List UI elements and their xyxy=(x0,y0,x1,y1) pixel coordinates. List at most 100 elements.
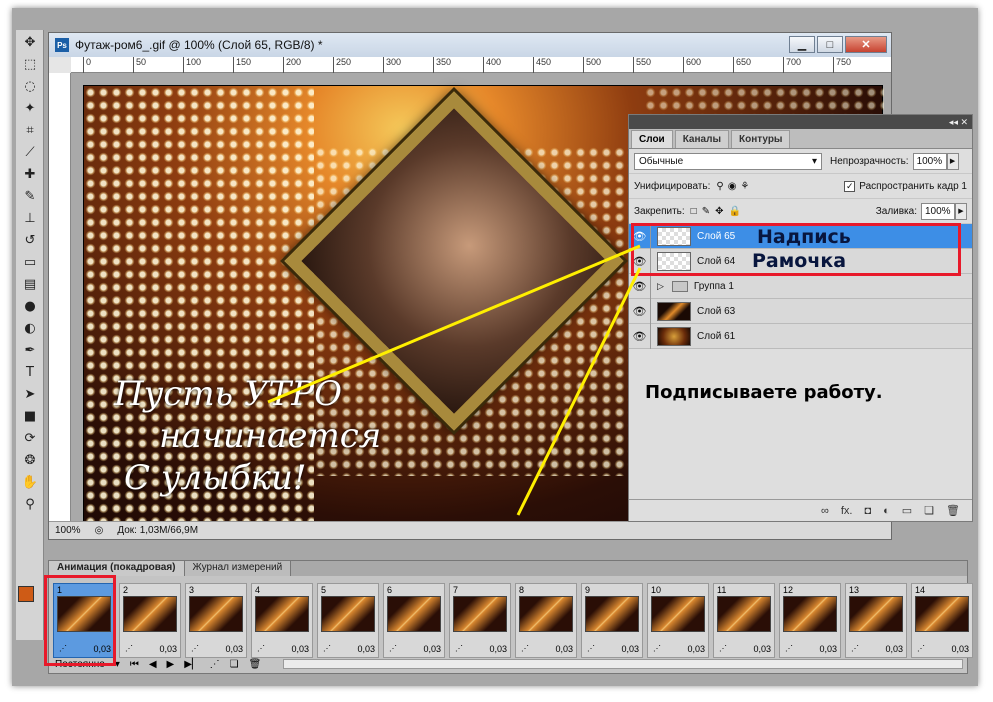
play-icon[interactable]: ▶ xyxy=(167,659,175,670)
next-frame-icon[interactable]: ▶▏ xyxy=(184,659,199,670)
zoom-tool-icon[interactable]: ⚲ xyxy=(18,494,42,514)
foreground-color-swatch[interactable] xyxy=(18,586,34,602)
maximize-button[interactable]: □ xyxy=(817,36,843,53)
animation-frame[interactable]: 9 ⋰ 0,03 xyxy=(581,583,643,658)
move-tool-icon[interactable]: ✥ xyxy=(18,32,42,52)
expand-triangle-icon[interactable]: ▷ xyxy=(657,281,664,292)
pen-tool-icon[interactable]: ✒ xyxy=(18,340,42,360)
document-titlebar[interactable]: Ps Футаж-ром6_.gif @ 100% (Слой 65, RGB/… xyxy=(49,33,891,57)
history-brush-icon[interactable]: ↺ xyxy=(18,230,42,250)
fx-icon[interactable]: fx. xyxy=(841,505,853,517)
eye-icon[interactable]: 👁 xyxy=(629,273,651,299)
panel-header[interactable]: ◂◂ ✕ xyxy=(629,115,972,129)
frame-disposal-icon[interactable]: ⋰ xyxy=(257,644,265,653)
new-layer-icon[interactable]: ❏ xyxy=(924,504,934,517)
frame-disposal-icon[interactable]: ⋰ xyxy=(521,644,529,653)
healing-brush-icon[interactable]: ✚ xyxy=(18,164,42,184)
adjustment-icon[interactable]: ◐ xyxy=(883,505,890,517)
eraser-tool-icon[interactable]: ▭ xyxy=(18,252,42,272)
frame-delay[interactable]: 0,03 xyxy=(555,644,573,654)
frame-delay[interactable]: 0,03 xyxy=(159,644,177,654)
frame-disposal-icon[interactable]: ⋰ xyxy=(653,644,661,653)
frame-disposal-icon[interactable]: ⋰ xyxy=(191,644,199,653)
animation-frame[interactable]: 4 ⋰ 0,03 xyxy=(251,583,313,658)
gradient-tool-icon[interactable]: ▤ xyxy=(18,274,42,294)
animation-frame[interactable]: 6 ⋰ 0,03 xyxy=(383,583,445,658)
animation-frame[interactable]: 10 ⋰ 0,03 xyxy=(647,583,709,658)
lasso-tool-icon[interactable]: ◌ xyxy=(18,76,42,96)
unify-icons[interactable]: ⚲◉⚘ xyxy=(716,181,753,192)
frame-delay[interactable]: 0,03 xyxy=(291,644,309,654)
close-button[interactable]: ✕ xyxy=(845,36,887,53)
3d-orbit-icon[interactable]: ❂ xyxy=(18,450,42,470)
shape-tool-icon[interactable]: ■ xyxy=(18,406,42,426)
3d-rotate-icon[interactable]: ⟳ xyxy=(18,428,42,448)
frame-disposal-icon[interactable]: ⋰ xyxy=(323,644,331,653)
frame-disposal-icon[interactable]: ⋰ xyxy=(917,644,925,653)
frame-disposal-icon[interactable]: ⋰ xyxy=(785,644,793,653)
frame-disposal-icon[interactable]: ⋰ xyxy=(125,644,133,653)
animation-frame[interactable]: 14 ⋰ 0,03 xyxy=(911,583,973,658)
minimize-button[interactable]: ▁ xyxy=(789,36,815,53)
frame-delay[interactable]: 0,03 xyxy=(753,644,771,654)
eye-icon[interactable]: 👁 xyxy=(629,323,651,349)
zoom-level[interactable]: 100% xyxy=(55,525,81,536)
new-group-icon[interactable]: ▭ xyxy=(902,504,912,517)
blur-tool-icon[interactable]: ● xyxy=(18,296,42,316)
type-tool-icon[interactable]: T xyxy=(18,362,42,382)
lock-icons[interactable]: □✎✥🔒 xyxy=(691,206,746,217)
brush-tool-icon[interactable]: ✎ xyxy=(18,186,42,206)
frame-delay[interactable]: 0,03 xyxy=(621,644,639,654)
propagate-option[interactable]: ✓ Распространить кадр 1 xyxy=(844,180,967,192)
frame-delay[interactable]: 0,03 xyxy=(225,644,243,654)
eye-icon[interactable]: 👁 xyxy=(629,298,651,324)
frame-disposal-icon[interactable]: ⋰ xyxy=(587,644,595,653)
animation-frame[interactable]: 3 ⋰ 0,03 xyxy=(185,583,247,658)
first-frame-icon[interactable]: ⏮ xyxy=(130,659,139,670)
fill-arrow-button[interactable]: ▶ xyxy=(955,202,967,220)
propagate-checkbox[interactable]: ✓ xyxy=(844,180,856,192)
animation-frame[interactable]: 13 ⋰ 0,03 xyxy=(845,583,907,658)
link-icon[interactable]: ∞ xyxy=(821,505,829,517)
frame-disposal-icon[interactable]: ⋰ xyxy=(455,644,463,653)
path-select-icon[interactable]: ➤ xyxy=(18,384,42,404)
marquee-tool-icon[interactable]: ⬚ xyxy=(18,54,42,74)
frame-disposal-icon[interactable]: ⋰ xyxy=(851,644,859,653)
tab-layers[interactable]: Слои xyxy=(631,130,673,148)
tab-animation[interactable]: Анимация (покадровая) xyxy=(49,561,185,576)
layer-row-63[interactable]: 👁 Слой 63 xyxy=(629,298,972,324)
opacity-input[interactable]: 100% xyxy=(912,152,947,170)
status-arrow-icon[interactable]: ◎ xyxy=(95,525,104,536)
delete-frame-icon[interactable]: 🗑 xyxy=(249,659,262,670)
frame-disposal-icon[interactable]: ⋰ xyxy=(719,644,727,653)
eyedropper-icon[interactable]: ⟋ xyxy=(18,142,42,162)
frame-delay[interactable]: 0,03 xyxy=(819,644,837,654)
frame-delay[interactable]: 0,03 xyxy=(423,644,441,654)
hand-tool-icon[interactable]: ✋ xyxy=(18,472,42,492)
animation-frame[interactable]: 8 ⋰ 0,03 xyxy=(515,583,577,658)
frame-delay[interactable]: 0,03 xyxy=(357,644,375,654)
magic-wand-icon[interactable]: ✦ xyxy=(18,98,42,118)
mask-icon[interactable]: ◘ xyxy=(864,505,871,517)
tab-channels[interactable]: Каналы xyxy=(674,130,729,148)
tab-measurement-log[interactable]: Журнал измерений xyxy=(184,561,292,576)
frame-delay[interactable]: 0,03 xyxy=(951,644,969,654)
frame-delay[interactable]: 0,03 xyxy=(885,644,903,654)
dodge-tool-icon[interactable]: ◐ xyxy=(18,318,42,338)
blend-mode-select[interactable]: Обычные ▾ xyxy=(634,152,822,170)
animation-frame[interactable]: 5 ⋰ 0,03 xyxy=(317,583,379,658)
crop-tool-icon[interactable]: ⌗ xyxy=(18,120,42,140)
opacity-arrow-button[interactable]: ▶ xyxy=(946,152,959,170)
frame-disposal-icon[interactable]: ⋰ xyxy=(389,644,397,653)
animation-frame[interactable]: 7 ⋰ 0,03 xyxy=(449,583,511,658)
layer-row-61[interactable]: 👁 Слой 61 xyxy=(629,323,972,349)
tab-paths[interactable]: Контуры xyxy=(730,130,791,148)
animation-frame[interactable]: 11 ⋰ 0,03 xyxy=(713,583,775,658)
frames-scrollbar[interactable] xyxy=(283,659,963,669)
animation-frame[interactable]: 12 ⋰ 0,03 xyxy=(779,583,841,658)
frame-delay[interactable]: 0,03 xyxy=(489,644,507,654)
layer-row-group1[interactable]: 👁 ▷ Группа 1 xyxy=(629,273,972,299)
tween-icon[interactable]: ⋰ xyxy=(210,659,220,670)
prev-frame-icon[interactable]: ◀ xyxy=(149,659,157,670)
animation-frame[interactable]: 2 ⋰ 0,03 xyxy=(119,583,181,658)
